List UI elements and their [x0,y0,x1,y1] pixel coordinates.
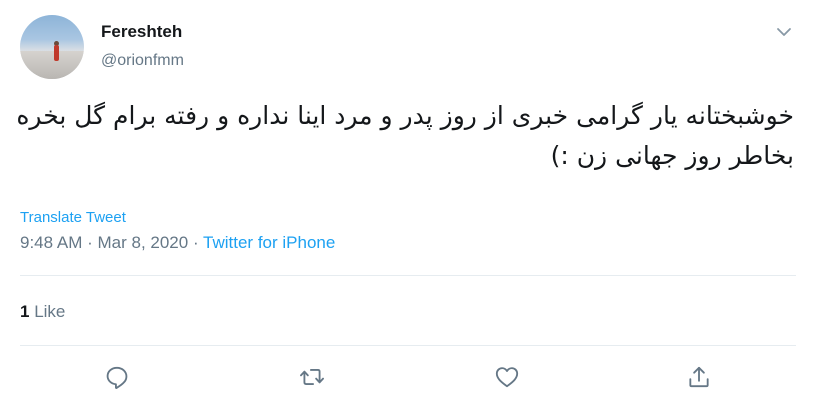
like-stats[interactable]: 1 Like [20,302,65,322]
divider [20,275,796,276]
tweet-text: خوشبختانه یار گرامی خبری از روز پدر و مر… [16,101,794,170]
meta-separator: · [188,233,204,252]
meta-separator: · [82,233,98,252]
user-handle[interactable]: @orionfmm [101,52,184,70]
tweet-date[interactable]: Mar 8, 2020 [97,233,188,252]
avatar[interactable] [20,15,84,79]
tweet-source[interactable]: Twitter for iPhone [203,233,335,252]
tweet-time[interactable]: 9:48 AM [20,233,82,252]
reply-icon[interactable] [104,364,130,390]
avatar-ground [20,51,84,79]
translate-tweet-link[interactable]: Translate Tweet [20,209,126,226]
chevron-down-icon[interactable] [774,22,794,42]
like-count: 1 [20,302,30,321]
divider [20,345,796,346]
retweet-icon[interactable] [299,364,325,390]
like-icon[interactable] [494,364,520,390]
avatar-figure [54,45,59,61]
user-name[interactable]: Fereshteh [101,22,182,42]
like-label: Like [34,302,66,321]
share-icon[interactable] [686,364,712,390]
tweet-meta: 9:48 AM · Mar 8, 2020 · Twitter for iPho… [20,233,335,253]
